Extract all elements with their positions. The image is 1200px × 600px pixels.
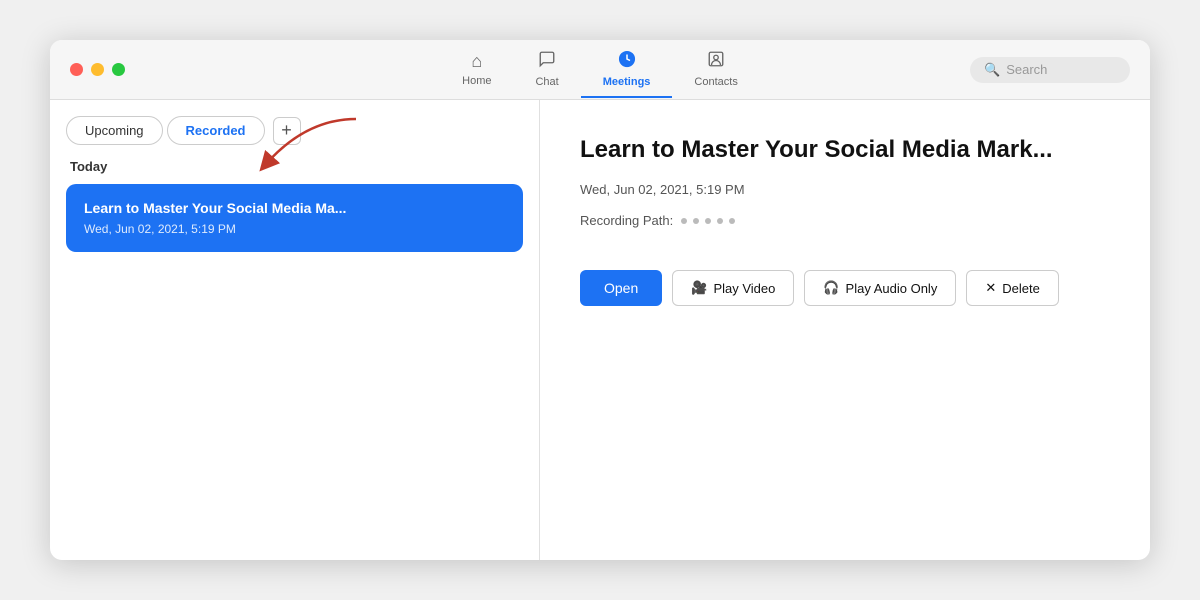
detail-path-row: Recording Path: bbox=[580, 213, 1110, 228]
dot-2 bbox=[693, 218, 699, 224]
close-button[interactable] bbox=[70, 63, 83, 76]
main-nav: ⌂ Home Chat Meetings bbox=[440, 42, 760, 98]
tab-upcoming[interactable]: Upcoming bbox=[66, 116, 163, 145]
play-audio-label: Play Audio Only bbox=[846, 281, 938, 296]
meetings-icon bbox=[618, 50, 636, 73]
nav-home-label: Home bbox=[462, 75, 491, 87]
app-window: ⌂ Home Chat Meetings bbox=[50, 40, 1150, 560]
play-audio-button[interactable]: 🎧 Play Audio Only bbox=[804, 270, 956, 306]
dot-1 bbox=[681, 218, 687, 224]
titlebar: ⌂ Home Chat Meetings bbox=[50, 40, 1150, 100]
left-panel: Upcoming Recorded + bbox=[50, 100, 540, 560]
plus-icon: + bbox=[281, 120, 292, 141]
minimize-button[interactable] bbox=[91, 63, 104, 76]
meeting-card[interactable]: Learn to Master Your Social Media Ma... … bbox=[66, 184, 523, 252]
dot-4 bbox=[717, 218, 723, 224]
delete-label: Delete bbox=[1002, 281, 1040, 296]
contacts-icon bbox=[707, 50, 725, 73]
open-button[interactable]: Open bbox=[580, 270, 662, 306]
search-icon: 🔍 bbox=[984, 62, 1000, 78]
chat-icon bbox=[538, 50, 556, 73]
meeting-card-title: Learn to Master Your Social Media Ma... bbox=[84, 200, 505, 216]
play-video-label: Play Video bbox=[713, 281, 775, 296]
tabs-row: Upcoming Recorded + bbox=[66, 116, 523, 145]
recording-path-label: Recording Path: bbox=[580, 213, 673, 228]
nav-item-contacts[interactable]: Contacts bbox=[672, 42, 759, 98]
action-buttons: Open 🎥 Play Video 🎧 Play Audio Only ✕ De… bbox=[580, 270, 1110, 306]
nav-item-meetings[interactable]: Meetings bbox=[581, 42, 673, 98]
nav-item-home[interactable]: ⌂ Home bbox=[440, 43, 513, 97]
nav-chat-label: Chat bbox=[535, 76, 558, 88]
home-icon: ⌂ bbox=[471, 51, 482, 72]
section-today: Today bbox=[66, 159, 523, 174]
delete-icon: ✕ bbox=[985, 280, 996, 296]
delete-button[interactable]: ✕ Delete bbox=[966, 270, 1058, 306]
tab-recorded[interactable]: Recorded bbox=[167, 116, 265, 145]
detail-date: Wed, Jun 02, 2021, 5:19 PM bbox=[580, 182, 1110, 197]
detail-title: Learn to Master Your Social Media Mark..… bbox=[580, 136, 1110, 164]
meeting-card-date: Wed, Jun 02, 2021, 5:19 PM bbox=[84, 222, 505, 236]
nav-item-chat[interactable]: Chat bbox=[513, 42, 580, 98]
dot-3 bbox=[705, 218, 711, 224]
main-content: Upcoming Recorded + bbox=[50, 100, 1150, 560]
traffic-lights bbox=[70, 63, 125, 76]
search-placeholder: Search bbox=[1006, 62, 1047, 77]
play-video-button[interactable]: 🎥 Play Video bbox=[672, 270, 794, 306]
add-meeting-button[interactable]: + bbox=[273, 117, 301, 145]
search-box[interactable]: 🔍 Search bbox=[970, 57, 1130, 83]
right-panel: Learn to Master Your Social Media Mark..… bbox=[540, 100, 1150, 560]
nav-meetings-label: Meetings bbox=[603, 76, 651, 88]
path-dots bbox=[681, 218, 735, 224]
dot-5 bbox=[729, 218, 735, 224]
video-icon: 🎥 bbox=[691, 280, 707, 296]
audio-icon: 🎧 bbox=[823, 280, 839, 296]
maximize-button[interactable] bbox=[112, 63, 125, 76]
nav-contacts-label: Contacts bbox=[694, 76, 737, 88]
